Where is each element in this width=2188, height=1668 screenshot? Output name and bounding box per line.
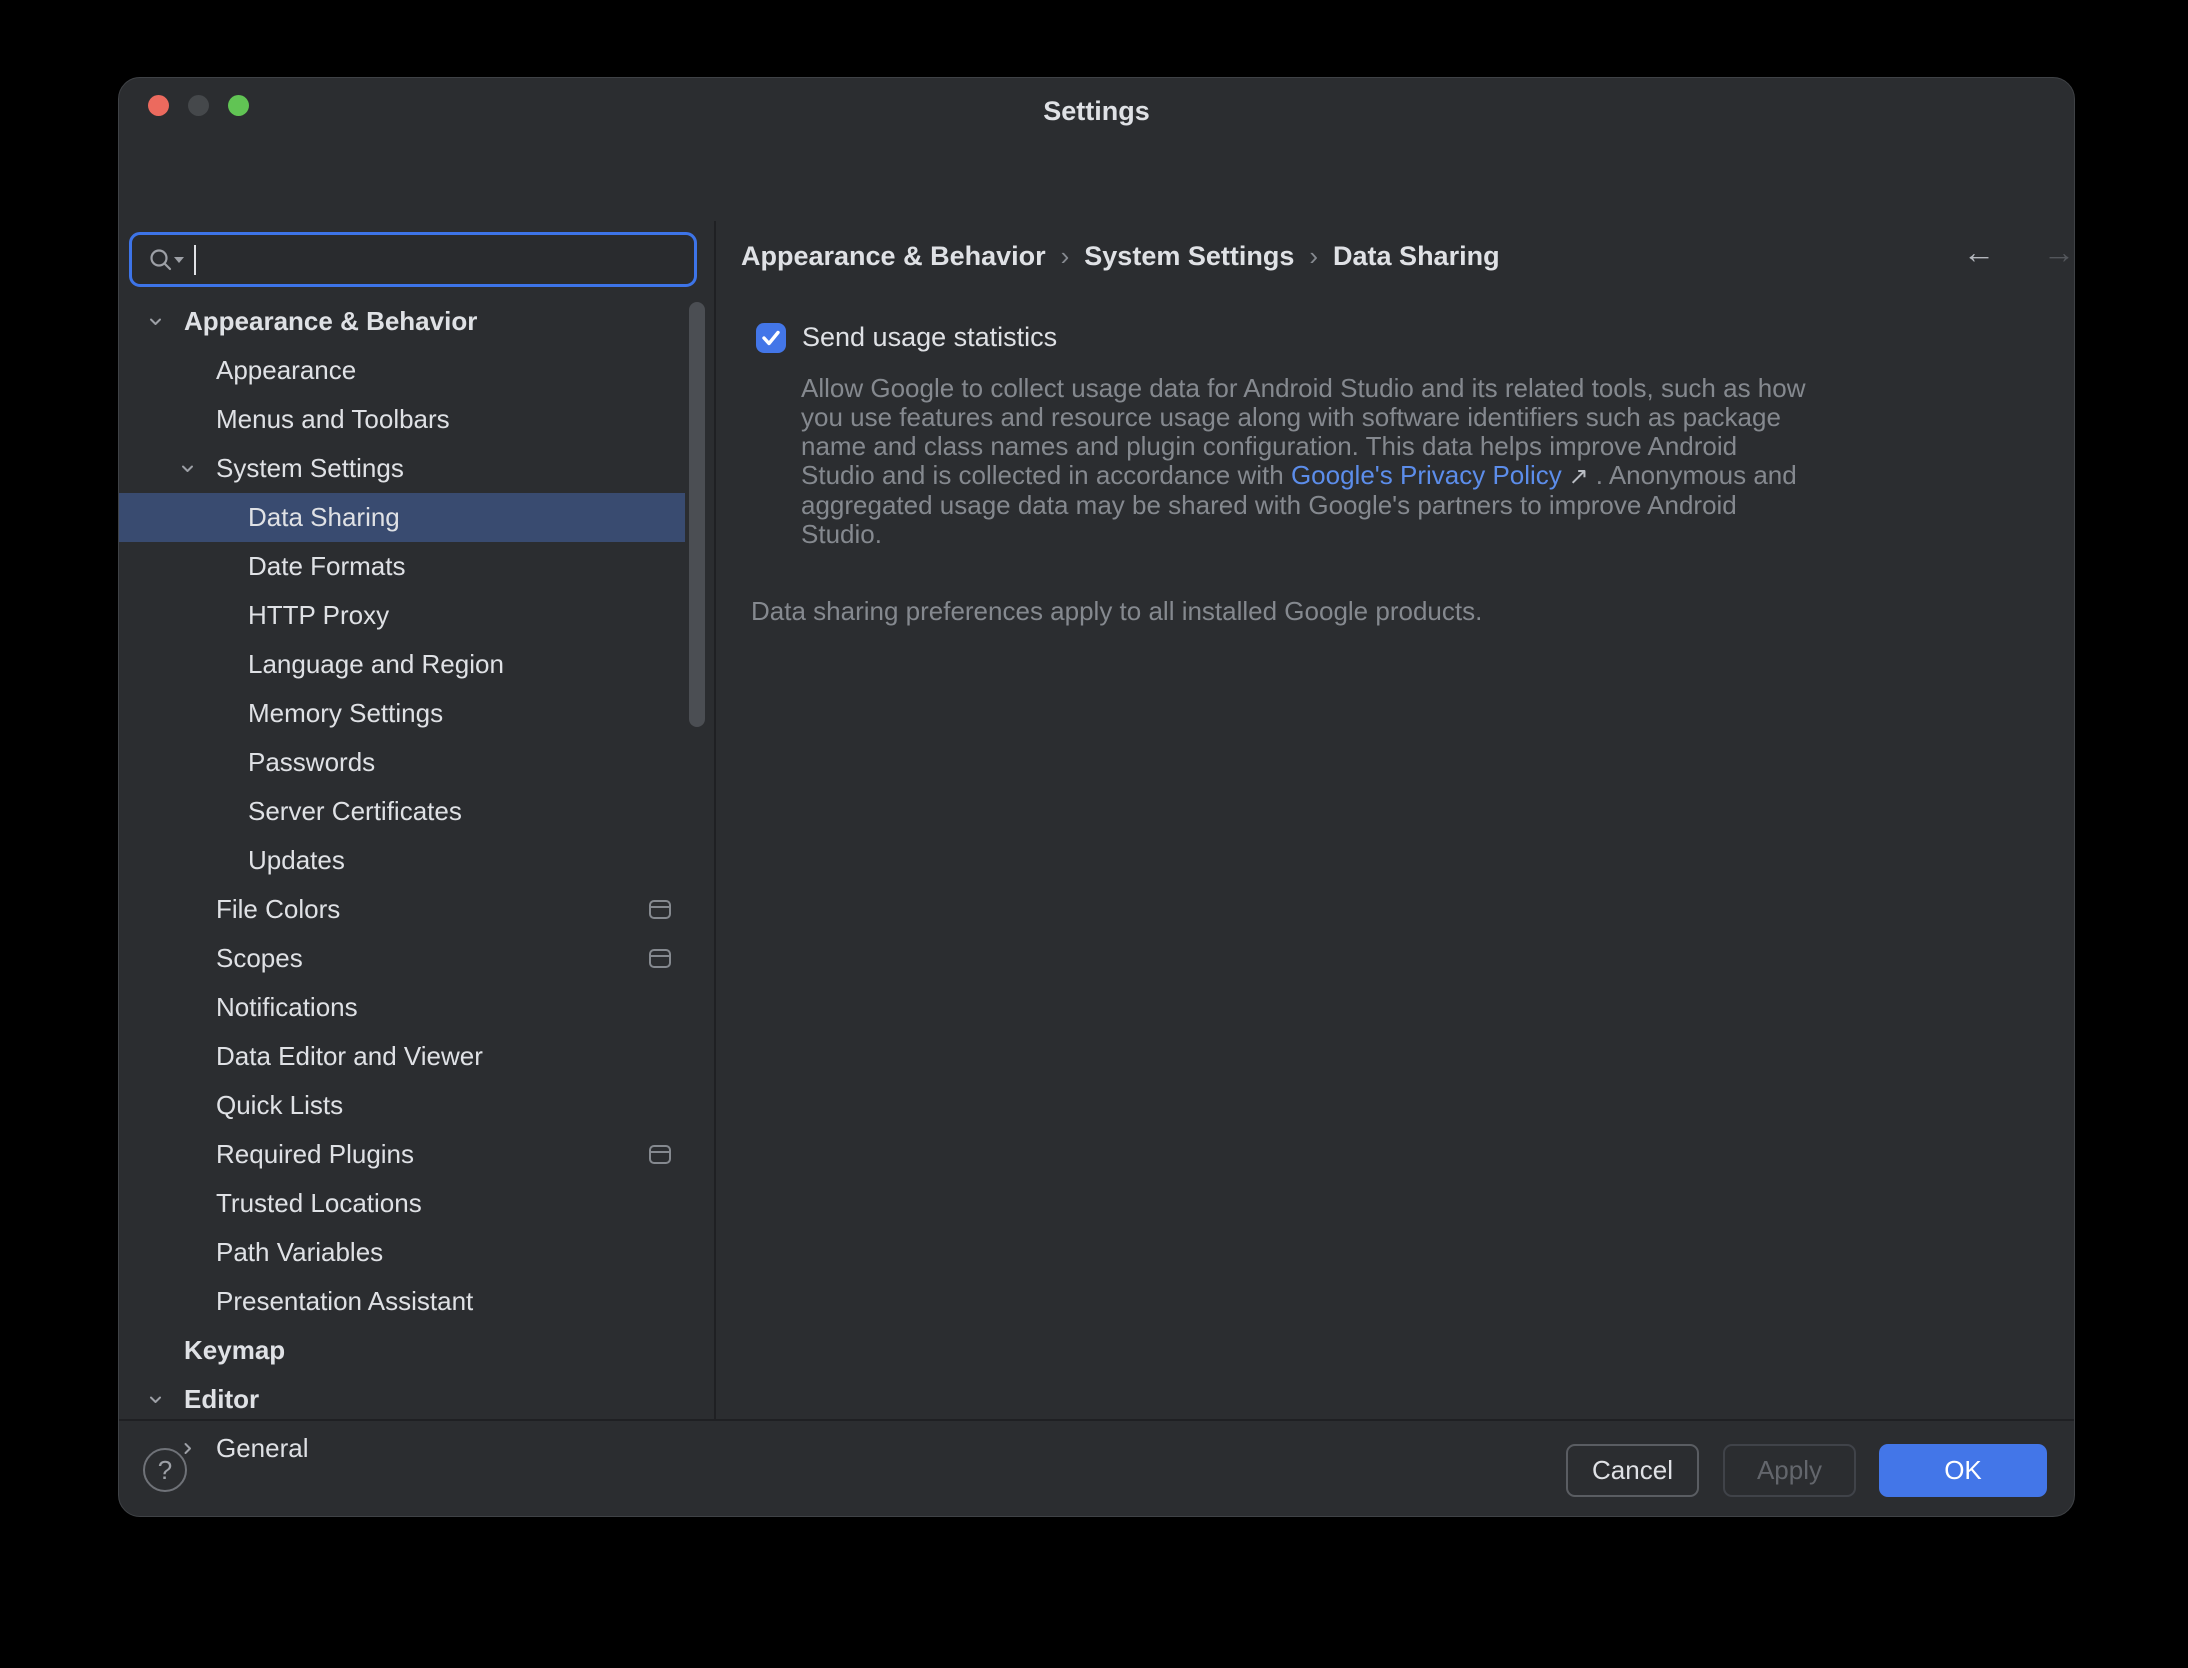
cancel-button[interactable]: Cancel bbox=[1566, 1444, 1699, 1497]
sidebar-item-label: Data Editor and Viewer bbox=[216, 1041, 483, 1072]
sidebar-item-required-plugins[interactable]: Required Plugins bbox=[119, 1130, 685, 1179]
sidebar-item-language-and-region[interactable]: Language and Region bbox=[119, 640, 685, 689]
description-line: you use features and resource usage alon… bbox=[801, 403, 1801, 432]
chevron-down-icon[interactable] bbox=[146, 1390, 165, 1409]
sidebar-item-label: Server Certificates bbox=[248, 796, 462, 827]
send-usage-statistics-label: Send usage statistics bbox=[802, 322, 1057, 353]
settings-content: Appearance & Behavior › System Settings › Da… bbox=[715, 146, 2076, 1419]
sidebar-item-label: Menus and Toolbars bbox=[216, 404, 450, 435]
sidebar-item-label: Trusted Locations bbox=[216, 1188, 422, 1219]
sidebar-item-label: Language and Region bbox=[248, 649, 504, 680]
chevron-down-icon[interactable] bbox=[146, 312, 165, 331]
sidebar-item-label: Date Formats bbox=[248, 551, 406, 582]
sidebar-item-passwords[interactable]: Passwords bbox=[119, 738, 685, 787]
usage-statistics-description: Allow Google to collect usage data for A… bbox=[801, 374, 1801, 549]
sidebar-item-memory-settings[interactable]: Memory Settings bbox=[119, 689, 685, 738]
external-link-icon: ↗ bbox=[1562, 463, 1589, 490]
tree-chevron-slot bbox=[178, 459, 216, 478]
sidebar-item-label: Required Plugins bbox=[216, 1139, 414, 1170]
sidebar-item-path-variables[interactable]: Path Variables bbox=[119, 1228, 685, 1277]
sidebar-item-scopes[interactable]: Scopes bbox=[119, 934, 685, 983]
sidebar-item-label: HTTP Proxy bbox=[248, 600, 389, 631]
desktop-background: Settings Appearance & BehaviorAppearance… bbox=[0, 0, 2188, 1668]
sidebar-item-editor[interactable]: Editor bbox=[119, 1375, 685, 1424]
search-icon bbox=[148, 247, 188, 275]
text-cursor bbox=[194, 245, 196, 275]
sidebar-item-label: Keymap bbox=[184, 1335, 285, 1366]
sidebar-item-label: Appearance bbox=[216, 355, 356, 386]
sidebar-item-presentation-assistant[interactable]: Presentation Assistant bbox=[119, 1277, 685, 1326]
sidebar-item-http-proxy[interactable]: HTTP Proxy bbox=[119, 591, 685, 640]
sidebar-item-label: Memory Settings bbox=[248, 698, 443, 729]
sidebar-item-label: System Settings bbox=[216, 453, 404, 484]
tree-chevron-slot bbox=[146, 1390, 184, 1409]
forward-arrow-icon[interactable]: → bbox=[2043, 234, 2075, 271]
history-navigation: ← → bbox=[1963, 234, 2075, 271]
footer-bar: ? Cancel Apply OK bbox=[119, 1421, 2074, 1517]
sidebar-item-label: Updates bbox=[248, 845, 345, 876]
title-bar: Settings bbox=[119, 78, 2074, 146]
sidebar-item-label: Quick Lists bbox=[216, 1090, 343, 1121]
sidebar-scrollbar[interactable] bbox=[689, 302, 705, 727]
apply-button[interactable]: Apply bbox=[1723, 1444, 1856, 1497]
send-usage-statistics-row: Send usage statistics bbox=[756, 322, 1057, 353]
project-settings-icon bbox=[649, 949, 671, 968]
sidebar-item-label: Presentation Assistant bbox=[216, 1286, 473, 1317]
help-button[interactable]: ? bbox=[143, 1448, 187, 1492]
back-arrow-icon[interactable]: ← bbox=[1963, 234, 1995, 271]
settings-tree: Appearance & Behavior Appearance Menus and… bbox=[119, 297, 685, 1473]
sidebar-item-notifications[interactable]: Notifications bbox=[119, 983, 685, 1032]
sidebar-item-label: Passwords bbox=[248, 747, 375, 778]
sidebar-item-label: Editor bbox=[184, 1384, 259, 1415]
description-line: Studio and is collected in accordance wi… bbox=[801, 461, 1801, 491]
send-usage-statistics-checkbox[interactable] bbox=[756, 323, 786, 353]
project-settings-icon bbox=[649, 1145, 671, 1164]
sidebar-item-data-editor-and-viewer[interactable]: Data Editor and Viewer bbox=[119, 1032, 685, 1081]
breadcrumb-item[interactable]: System Settings bbox=[1084, 241, 1294, 272]
ok-button[interactable]: OK bbox=[1879, 1444, 2047, 1497]
sidebar-item-menus-and-toolbars[interactable]: Menus and Toolbars bbox=[119, 395, 685, 444]
sidebar-item-appearance[interactable]: Appearance bbox=[119, 346, 685, 395]
sidebar-item-updates[interactable]: Updates bbox=[119, 836, 685, 885]
checkmark-icon bbox=[759, 326, 783, 350]
tree-chevron-slot bbox=[146, 312, 184, 331]
breadcrumb-item: Data Sharing bbox=[1333, 241, 1500, 272]
description-line: name and class names and plugin configur… bbox=[801, 432, 1801, 461]
sidebar-item-file-colors[interactable]: File Colors bbox=[119, 885, 685, 934]
sidebar-item-server-certificates[interactable]: Server Certificates bbox=[119, 787, 685, 836]
sidebar-item-system-settings[interactable]: System Settings bbox=[119, 444, 685, 493]
breadcrumb: Appearance & Behavior › System Settings › Da… bbox=[741, 241, 1500, 272]
sidebar-item-trusted-locations[interactable]: Trusted Locations bbox=[119, 1179, 685, 1228]
project-settings-icon bbox=[649, 900, 671, 919]
description-line: Studio. bbox=[801, 520, 1801, 549]
description-line: aggregated usage data may be shared with… bbox=[801, 491, 1801, 520]
sidebar-item-keymap[interactable]: Keymap bbox=[119, 1326, 685, 1375]
sidebar-item-appearance-behavior[interactable]: Appearance & Behavior bbox=[119, 297, 685, 346]
breadcrumb-separator: › bbox=[1061, 241, 1070, 272]
chevron-down-icon[interactable] bbox=[178, 459, 197, 478]
sidebar-item-label: Appearance & Behavior bbox=[184, 306, 477, 337]
breadcrumb-separator: › bbox=[1309, 241, 1318, 272]
sidebar-item-label: Data Sharing bbox=[248, 502, 400, 533]
settings-sidebar: Appearance & Behavior Appearance Menus and… bbox=[119, 146, 714, 1419]
sidebar-item-label: File Colors bbox=[216, 894, 340, 925]
settings-window: Settings Appearance & BehaviorAppearance… bbox=[118, 77, 2075, 1517]
sidebar-item-data-sharing[interactable]: Data Sharing bbox=[119, 493, 685, 542]
sidebar-item-quick-lists[interactable]: Quick Lists bbox=[119, 1081, 685, 1130]
search-field[interactable] bbox=[129, 232, 697, 287]
search-input[interactable] bbox=[206, 239, 686, 281]
description-line: Allow Google to collect usage data for A… bbox=[801, 374, 1801, 403]
sidebar-item-label: Scopes bbox=[216, 943, 303, 974]
privacy-policy-link[interactable]: Google's Privacy Policy bbox=[1291, 460, 1562, 490]
data-sharing-note: Data sharing preferences apply to all in… bbox=[751, 596, 1482, 627]
sidebar-item-label: Path Variables bbox=[216, 1237, 383, 1268]
window-title: Settings bbox=[119, 96, 2074, 127]
sidebar-item-label: Notifications bbox=[216, 992, 358, 1023]
sidebar-item-date-formats[interactable]: Date Formats bbox=[119, 542, 685, 591]
breadcrumb-item[interactable]: Appearance & Behavior bbox=[741, 241, 1046, 272]
